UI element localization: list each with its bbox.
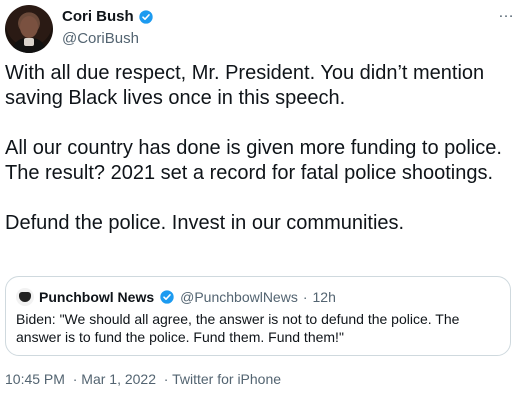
verified-badge-icon [139,9,153,24]
avatar-face [20,16,38,38]
tweet-paragraph-1: With all due respect, Mr. President. You… [5,62,485,109]
tweet-text: With all due respect, Mr. President. You… [5,61,510,261]
more-options-icon[interactable]: … [498,4,515,22]
tweet-metadata: 10:45 PM Mar 1, 2022 Twitter for iPhone [5,371,281,387]
verified-badge-icon [160,290,174,304]
tweet-date[interactable]: Mar 1, 2022 [69,371,156,387]
quoted-author-avatar [16,288,34,306]
quoted-time: 12h [312,289,336,305]
tweet-paragraph-2: All our country has done is given more f… [5,137,502,184]
author-name-row[interactable]: Cori Bush [62,8,154,25]
quoted-author-handle: @PunchbowlNews [180,289,298,305]
tweet-time[interactable]: 10:45 PM [5,371,65,387]
avatar-collar [24,38,34,46]
tweet-source[interactable]: Twitter for iPhone [160,371,281,387]
quoted-author-name: Punchbowl News [39,289,155,305]
author-avatar[interactable] [5,5,53,53]
author-name[interactable]: Cori Bush [62,8,134,25]
quoted-tweet[interactable]: Punchbowl News @PunchbowlNews · 12h Bide… [5,276,511,356]
tweet-paragraph-3: Defund the police. Invest in our communi… [5,212,405,234]
quoted-separator: · [302,289,308,305]
author-handle[interactable]: @CoriBush [62,30,139,47]
quoted-tweet-text: Biden: "We should all agree, the answer … [16,311,460,345]
quoted-tweet-header: Punchbowl News @PunchbowlNews · 12h [16,288,336,306]
